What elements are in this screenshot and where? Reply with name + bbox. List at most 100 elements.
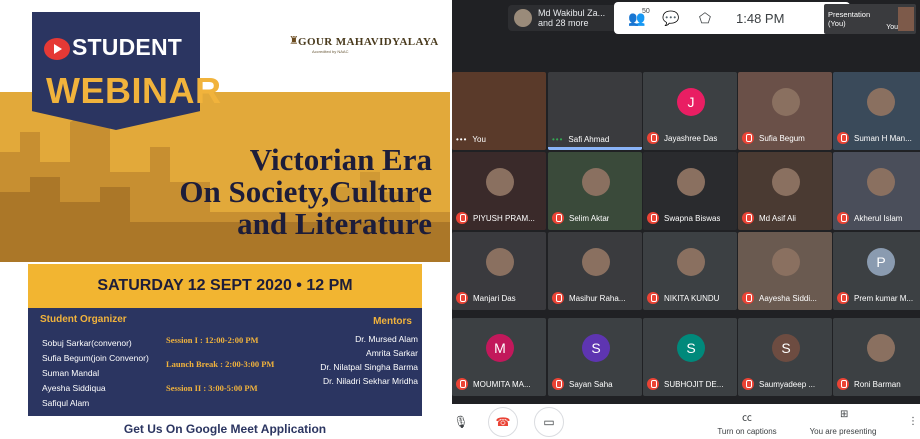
participant-tile[interactable]: Masihur Raha... xyxy=(548,232,642,310)
muted-mic-icon xyxy=(742,212,754,224)
people-button[interactable]: 👥 50 xyxy=(620,2,654,34)
participant-name-row: Swapna Biswas xyxy=(647,212,735,224)
avatar: J xyxy=(677,88,705,116)
participant-tile[interactable]: Akherul Islam xyxy=(833,152,920,230)
avatar xyxy=(677,168,705,196)
leave-call-button[interactable]: ☎ xyxy=(488,407,518,437)
webinar-poster: STUDENT WEBINAR ♜ GOUR MAHAVIDYALAYA Acc… xyxy=(0,0,450,439)
meeting-details-bar: 👥 50 💬 ⬠ 1:48 PM xyxy=(614,2,850,34)
participant-name: You xyxy=(472,135,486,144)
audio-level-icon: ••• xyxy=(552,135,564,144)
participant-name: Saumyadeep ... xyxy=(759,379,816,389)
participant-name-row: Roni Barman xyxy=(837,378,920,390)
participant-name: Roni Barman xyxy=(854,379,901,389)
participant-tile[interactable]: Selim Aktar xyxy=(548,152,642,230)
webinar-title-line-1: Victorian Era xyxy=(249,142,432,177)
chat-icon: 💬 xyxy=(662,9,680,26)
webinar-details-panel: Student Organizer Sobuj Sarkar(convenor)… xyxy=(28,308,422,416)
muted-mic-icon xyxy=(837,292,849,304)
organizer-item: Suman Mandal xyxy=(42,368,100,378)
participant-name: Manjari Das xyxy=(473,293,516,303)
participant-name-row: Prem kumar M... xyxy=(837,292,920,304)
mentor-item: Amrita Sarkar xyxy=(366,348,418,358)
muted-mic-icon xyxy=(647,292,659,304)
self-label: You xyxy=(886,24,898,31)
avatar: P xyxy=(867,248,895,276)
camera-button[interactable]: ▭ xyxy=(534,407,564,437)
participant-tile[interactable]: P Prem kumar M... xyxy=(833,232,920,310)
muted-mic-icon xyxy=(837,378,849,390)
participant-tile[interactable]: PIYUSH PRAM... xyxy=(452,152,546,230)
participant-name: SUBHOJIT DE... xyxy=(664,379,724,389)
captions-button[interactable]: Turn on captions xyxy=(708,427,786,436)
participant-name-row: PIYUSH PRAM... xyxy=(456,212,544,224)
participant-tile[interactable]: Roni Barman xyxy=(833,318,920,396)
participant-tile[interactable]: Swapna Biswas xyxy=(643,152,737,230)
avatar xyxy=(677,248,705,276)
participant-name-row: Aayesha Siddi... xyxy=(742,292,830,304)
webinar-title-line-3: and Literature xyxy=(237,206,432,241)
presenting-button[interactable]: You are presenting xyxy=(804,427,882,436)
avatar xyxy=(582,168,610,196)
participant-tile[interactable]: S SUBHOJIT DE... xyxy=(643,318,737,396)
avatar: S xyxy=(582,334,610,362)
activities-button[interactable]: ⬠ xyxy=(688,2,722,34)
muted-mic-icon xyxy=(742,292,754,304)
participant-tile[interactable]: Manjari Das xyxy=(452,232,546,310)
participant-tile[interactable]: ••• You xyxy=(452,72,546,150)
chat-button[interactable]: 💬 xyxy=(654,2,688,34)
badge-student-text: STUDENT xyxy=(72,34,183,60)
participant-tile[interactable]: ••• Safi Ahmad xyxy=(548,72,642,150)
microphone-icon: 🎙 xyxy=(453,415,469,429)
muted-mic-icon xyxy=(742,132,754,144)
avatar: M xyxy=(486,334,514,362)
muted-mic-icon xyxy=(647,132,659,144)
participant-tile[interactable]: Suman H Man... xyxy=(833,72,920,150)
hang-up-icon: ☎ xyxy=(495,415,511,429)
muted-mic-icon xyxy=(647,378,659,390)
session-item: Session II : 3:00-5:00 PM xyxy=(166,383,258,393)
participant-name: Suman H Man... xyxy=(854,133,912,143)
organizer-item: Ayesha Siddiqua xyxy=(42,383,106,393)
mentor-item: Dr. Nilatpal Singha Barma xyxy=(320,362,418,372)
participant-name: Sufia Begum xyxy=(759,133,805,143)
participant-tile[interactable]: Md Asif Ali xyxy=(738,152,832,230)
more-options-icon[interactable]: ⋮ xyxy=(908,416,918,427)
presentation-label: Presentation (You) xyxy=(828,10,871,28)
avatar xyxy=(582,248,610,276)
participant-tile[interactable]: M MOUMITA MA... xyxy=(452,318,546,396)
participant-tile[interactable]: NIKITA KUNDU xyxy=(643,232,737,310)
google-meet-cta: Get Us On Google Meet Application xyxy=(123,422,327,436)
webinar-date: SATURDAY 12 SEPT 2020 • 12 PM xyxy=(28,264,422,308)
avatar xyxy=(772,88,800,116)
participant-name-row: MOUMITA MA... xyxy=(456,378,544,390)
google-meet-window: Md Wakibul Za... and 28 more 👥 50 💬 ⬠ 1:… xyxy=(452,0,920,439)
participant-name: Swapna Biswas xyxy=(664,213,721,223)
presentation-thumbnail[interactable]: Presentation (You) You xyxy=(824,4,916,34)
avatar: S xyxy=(772,334,800,362)
session-schedule: Session I : 12:00-2:00 PM Launch Break :… xyxy=(166,328,274,400)
avatar xyxy=(486,248,514,276)
muted-mic-icon xyxy=(647,212,659,224)
participant-name: Masihur Raha... xyxy=(569,293,626,303)
muted-mic-icon xyxy=(456,212,468,224)
shapes-icon: ⬠ xyxy=(698,9,712,26)
participant-name: Jayashree Das xyxy=(664,133,718,143)
active-speaker-indicator xyxy=(548,147,642,150)
participant-tile[interactable]: Sufia Begum xyxy=(738,72,832,150)
college-accreditation: Accredited by NAAC xyxy=(312,49,349,54)
participant-tile[interactable]: S Saumyadeep ... xyxy=(738,318,832,396)
camera-icon: ▭ xyxy=(543,415,555,429)
muted-mic-icon xyxy=(552,378,564,390)
participant-name: Prem kumar M... xyxy=(854,293,914,303)
session-item: Launch Break : 2:00-3:00 PM xyxy=(166,359,275,369)
muted-mic-icon xyxy=(456,378,468,390)
participant-tile[interactable]: Aayesha Siddi... xyxy=(738,232,832,310)
participant-name-row: Manjari Das xyxy=(456,292,544,304)
participant-name: PIYUSH PRAM... xyxy=(473,213,535,223)
mentor-list: Dr. Mursed Alam Amrita Sarkar Dr. Nilatp… xyxy=(320,332,418,388)
microphone-button[interactable]: 🎙 xyxy=(452,407,476,437)
participant-tile[interactable]: J Jayashree Das xyxy=(643,72,737,150)
avatar xyxy=(772,168,800,196)
participant-tile[interactable]: S Sayan Saha xyxy=(548,318,642,396)
